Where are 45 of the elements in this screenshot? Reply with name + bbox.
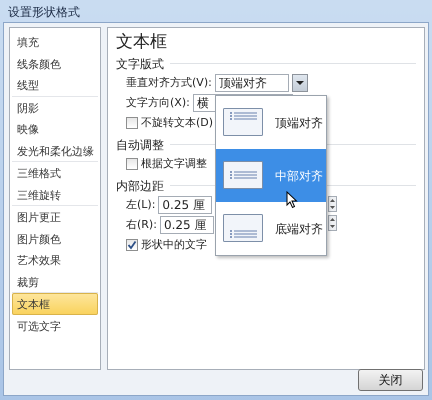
sidebar-item[interactable]: 阴影 <box>12 96 98 118</box>
option-label: 中部对齐 <box>275 168 323 184</box>
check-icon <box>127 240 137 250</box>
dropdown-button[interactable] <box>292 74 308 92</box>
dropdown-option[interactable]: 顶端对齐 <box>216 96 326 149</box>
align-icon <box>223 108 263 138</box>
sidebar-item[interactable]: 艺术效果 <box>12 249 98 270</box>
sidebar-item[interactable]: 可选文字 <box>12 314 98 336</box>
spin-field[interactable]: 0.25 厘 <box>160 216 214 234</box>
checkbox[interactable] <box>126 239 138 251</box>
dropdown-option[interactable]: 底端对齐 <box>216 202 326 255</box>
field-label: 垂直对齐方式(V): <box>126 74 212 91</box>
sidebar-item[interactable]: 线型 <box>12 74 98 96</box>
field-label: 文字方向(X): <box>126 94 190 111</box>
section-heading: 文字版式 <box>116 56 164 72</box>
cursor-icon <box>286 191 298 209</box>
sidebar-item[interactable]: 三维旋转 <box>12 184 98 205</box>
caret-icon <box>296 81 304 85</box>
sidebar-item[interactable]: 填充 <box>12 31 98 52</box>
section-heading: 自动调整 <box>116 136 164 154</box>
close-button[interactable]: 关闭 <box>358 369 423 391</box>
checkbox[interactable] <box>126 158 138 170</box>
sidebar-item[interactable]: 图片颜色 <box>12 228 98 249</box>
spin-field[interactable]: 0.25 厘 <box>158 196 212 214</box>
sidebar-item[interactable]: 文本框 <box>12 293 98 314</box>
sidebar-item[interactable]: 裁剪 <box>12 270 98 292</box>
sidebar-item[interactable]: 映像 <box>12 118 98 140</box>
checkbox-label: 形状中的文字 <box>141 236 207 253</box>
option-label: 底端对齐 <box>275 220 323 238</box>
align-icon <box>223 160 263 190</box>
align-icon <box>223 214 263 244</box>
panel-title: 文本框 <box>116 32 168 52</box>
window-title: 设置形状格式 <box>7 4 81 21</box>
checkbox-label: 不旋转文本(D) <box>141 114 214 131</box>
sidebar-item[interactable]: 三维格式 <box>12 162 98 184</box>
field-label: 左(L): <box>126 196 156 213</box>
sidebar-item[interactable]: 图片更正 <box>12 206 98 228</box>
section-heading: 内部边距 <box>116 178 164 194</box>
sidebar-item[interactable]: 发光和柔化边缘 <box>12 140 98 161</box>
checkbox[interactable] <box>126 117 138 129</box>
combo-field[interactable]: 顶端对齐 <box>214 74 289 92</box>
field-label: 右(R): <box>126 216 157 233</box>
option-label: 顶端对齐 <box>275 114 323 132</box>
sidebar-item[interactable]: 线条颜色 <box>12 52 98 74</box>
checkbox-label: 根据文字调整 <box>141 156 207 172</box>
